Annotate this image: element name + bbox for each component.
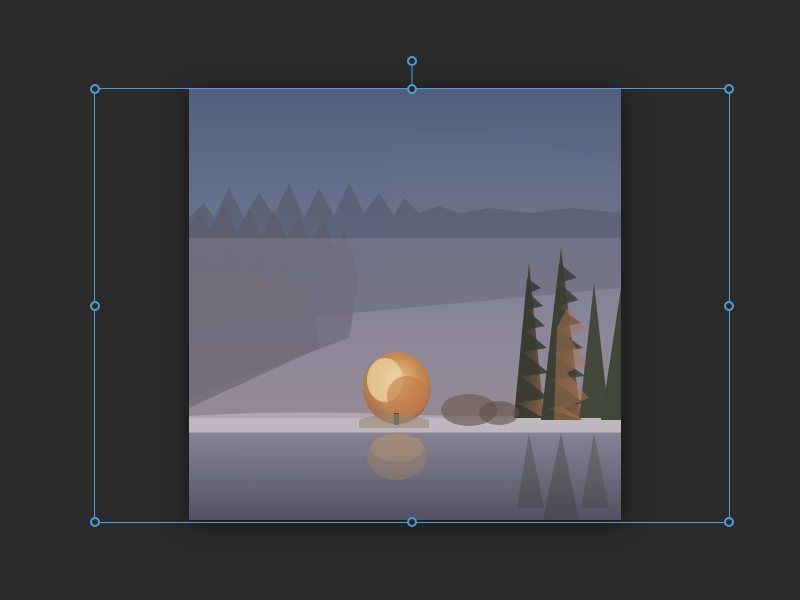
selected-image[interactable]	[189, 88, 621, 520]
resize-handle-top-center[interactable]	[407, 84, 417, 94]
resize-handle-top-left[interactable]	[90, 84, 100, 94]
resize-handle-middle-right[interactable]	[724, 301, 734, 311]
rotate-handle[interactable]	[407, 56, 417, 66]
resize-handle-bottom-right[interactable]	[724, 517, 734, 527]
resize-handle-middle-left[interactable]	[90, 301, 100, 311]
resize-handle-top-right[interactable]	[724, 84, 734, 94]
landscape-image-content	[189, 88, 621, 520]
resize-handle-bottom-center[interactable]	[407, 517, 417, 527]
resize-handle-bottom-left[interactable]	[90, 517, 100, 527]
